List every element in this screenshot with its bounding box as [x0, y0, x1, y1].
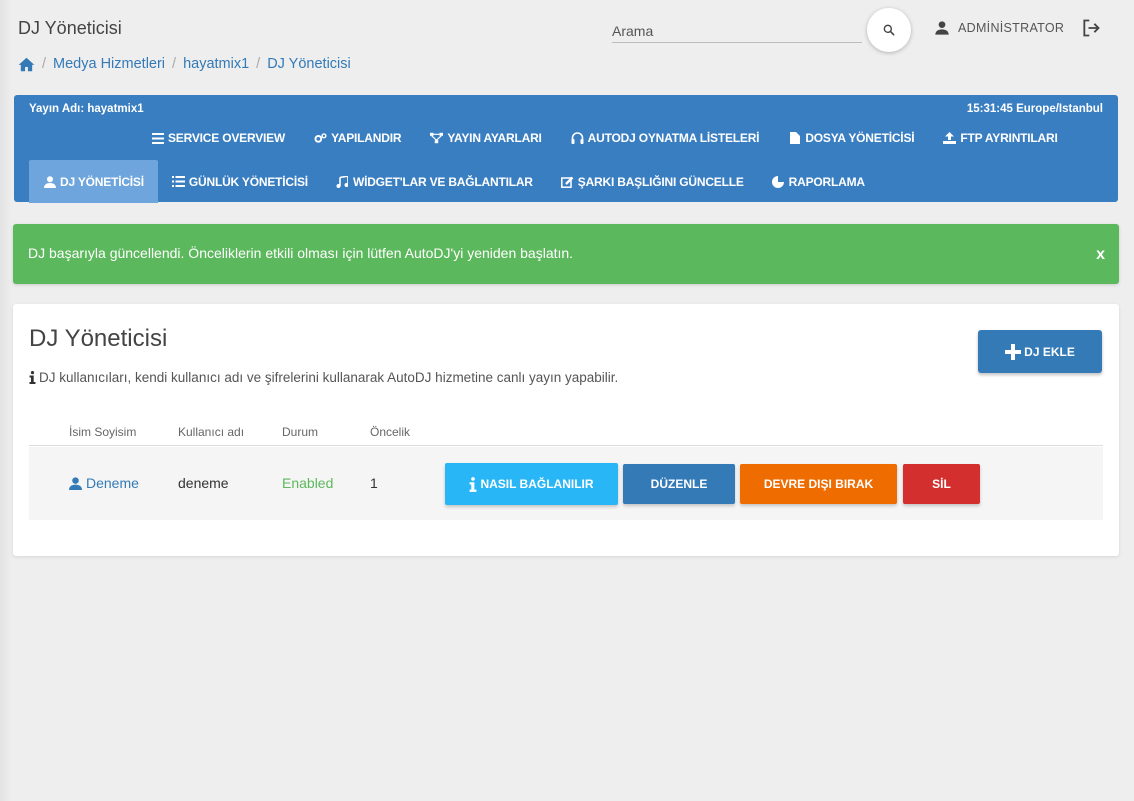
nav-widgets-links[interactable]: WİDGET'LAR VE BAĞLANTILAR	[322, 160, 547, 203]
server-time: 15:31:45 Europe/Istanbul	[966, 103, 1103, 115]
nav-configure[interactable]: YAPILANDIR	[314, 131, 402, 145]
dj-priority: 1	[370, 475, 378, 491]
edit-icon	[560, 175, 574, 188]
search-icon	[883, 24, 895, 36]
nav-reporting[interactable]: RAPORLAMA	[758, 160, 879, 203]
delete-label: SİL	[932, 477, 951, 491]
upload-icon	[943, 132, 957, 145]
nav-label: DOSYA YÖNETİCİSİ	[805, 131, 915, 145]
search-field[interactable]	[612, 20, 862, 43]
logout-button[interactable]	[1081, 18, 1101, 38]
nav-stream-settings[interactable]: YAYIN AYARLARI	[430, 131, 542, 145]
dj-manager-card: DJ Yöneticisi DJ kullanıcıları, kendi ku…	[13, 304, 1119, 556]
card-title: DJ Yöneticisi	[29, 325, 168, 352]
alert-message: DJ başarıyla güncellendi. Önceliklerin e…	[28, 245, 574, 261]
column-header-username: Kullanıcı adı	[178, 425, 245, 439]
add-dj-label: DJ EKLE	[1024, 344, 1075, 359]
file-icon	[788, 132, 801, 145]
nav-row-primary: SERVICE OVERVIEW YAPILANDIR YAYIN AYARLA…	[151, 128, 1087, 148]
nav-label: RAPORLAMA	[788, 174, 865, 189]
dj-status: Enabled	[282, 475, 334, 491]
nav-label: YAPILANDIR	[331, 131, 402, 145]
add-dj-button[interactable]: DJ EKLE	[978, 330, 1102, 373]
breadcrumb-dj-manager[interactable]: DJ Yöneticisi	[267, 56, 351, 72]
nav-log-manager[interactable]: GÜNLÜK YÖNETİCİSİ	[158, 160, 322, 203]
plus-icon	[1005, 343, 1022, 360]
edit-button[interactable]: DÜZENLE	[623, 464, 735, 504]
nav-label: DJ YÖNETİCİSİ	[60, 174, 144, 189]
delete-button[interactable]: SİL	[903, 464, 980, 504]
person-icon	[935, 21, 949, 35]
app-title: DJ Yöneticisi	[18, 18, 122, 38]
list-ul-icon	[171, 175, 185, 188]
list-icon	[151, 132, 164, 145]
table-header: İsim Soyisim Kullanıcı adı Durum Öncelik	[29, 424, 1103, 446]
column-header-name: İsim Soyisim	[69, 425, 137, 439]
how-to-connect-button[interactable]: NASIL BAĞLANILIR	[445, 463, 618, 505]
logout-icon	[1083, 19, 1100, 37]
dj-username: deneme	[178, 475, 229, 491]
disable-button[interactable]: DEVRE DIŞI BIRAK	[740, 464, 897, 504]
search-input[interactable]	[612, 20, 862, 42]
nav-service-overview[interactable]: SERVICE OVERVIEW	[151, 131, 285, 145]
disable-label: DEVRE DIŞI BIRAK	[763, 477, 874, 491]
breadcrumb-media-services[interactable]: Medya Hizmetleri	[53, 56, 165, 72]
nav-dj-manager[interactable]: DJ YÖNETİCİSİ	[29, 160, 158, 203]
nav-label: WİDGET'LAR VE BAĞLANTILAR	[352, 174, 533, 189]
how-to-connect-label: NASIL BAĞLANILIR	[480, 477, 594, 491]
column-header-priority: Öncelik	[370, 425, 411, 439]
music-icon	[336, 175, 349, 188]
sitemap-icon	[430, 132, 444, 145]
dj-name: Deneme	[86, 475, 139, 491]
service-nav-panel: Yayın Adı: hayatmix1 15:31:45 Europe/Ist…	[14, 95, 1118, 203]
table-row: Deneme deneme Enabled 1 NASIL BAĞLANILIR…	[29, 447, 1103, 520]
breadcrumb: / Medya Hizmetleri / hayatmix1 / DJ Yöne…	[18, 56, 351, 72]
description-text: DJ kullanıcıları, kendi kullanıcı adı ve…	[39, 370, 619, 385]
nav-label: FTP AYRINTILARI	[960, 131, 1058, 145]
info-icon	[470, 476, 477, 492]
nav-row-secondary: DJ YÖNETİCİSİ GÜNLÜK YÖNETİCİSİ WİDGET'L…	[29, 160, 879, 203]
breadcrumb-stream[interactable]: hayatmix1	[183, 56, 249, 72]
nav-ftp-details[interactable]: FTP AYRINTILARI	[943, 131, 1058, 145]
headphones-icon	[571, 132, 584, 145]
card-description: DJ kullanıcıları, kendi kullanıcı adı ve…	[29, 370, 618, 385]
stream-name: Yayın Adı: hayatmix1	[29, 103, 144, 115]
nav-label: GÜNLÜK YÖNETİCİSİ	[188, 174, 308, 189]
gears-icon	[314, 132, 327, 145]
left-shadow	[0, 0, 12, 801]
nav-label: SERVICE OVERVIEW	[168, 131, 286, 145]
user-icon	[69, 476, 82, 490]
nav-autodj-playlists[interactable]: AUTODJ OYNATMA LİSTELERİ	[571, 131, 760, 145]
search-button[interactable]	[867, 8, 911, 52]
nav-label: ŞARKI BAŞLIĞINI GÜNCELLE	[577, 174, 744, 189]
nav-file-manager[interactable]: DOSYA YÖNETİCİSİ	[788, 131, 915, 145]
dj-name-link[interactable]: Deneme	[69, 475, 139, 491]
nav-label: AUTODJ OYNATMA LİSTELERİ	[587, 131, 760, 145]
pie-chart-icon	[772, 175, 785, 188]
breadcrumb-separator: /	[256, 56, 261, 72]
username: ADMİNİSTRATOR	[958, 21, 1065, 35]
nav-update-song-title[interactable]: ŞARKI BAŞLIĞINI GÜNCELLE	[547, 160, 758, 203]
breadcrumb-separator: /	[42, 56, 47, 72]
alert-close-button[interactable]: x	[1096, 246, 1105, 264]
nav-label: YAYIN AYARLARI	[447, 131, 542, 145]
column-header-status: Durum	[282, 425, 319, 439]
edit-label: DÜZENLE	[650, 477, 708, 491]
user-menu[interactable]: ADMİNİSTRATOR	[934, 20, 1064, 36]
info-icon	[29, 371, 36, 384]
breadcrumb-separator: /	[172, 56, 177, 72]
home-icon[interactable]	[18, 57, 35, 72]
success-alert: DJ başarıyla güncellendi. Önceliklerin e…	[13, 224, 1119, 284]
user-icon	[43, 175, 56, 188]
